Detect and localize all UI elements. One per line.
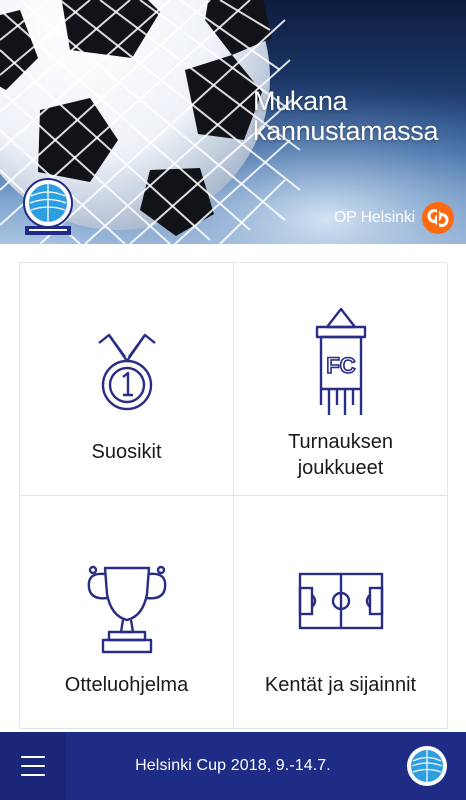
tile-match-schedule-label: Otteluohjelma [64,674,189,696]
sponsor[interactable]: OP Helsinki [334,202,454,234]
tile-fields-locations[interactable]: Kentät ja sijainnit [234,496,448,729]
svg-text:FC: FC [326,353,355,378]
bottom-bar-title: Helsinki Cup 2018, 9.-14.7. [135,757,331,774]
hamburger-menu-icon[interactable] [0,732,66,800]
op-logo-icon [422,202,454,234]
hero-banner: Mukana kannustamassa OP Helsinki [0,0,466,244]
football-field-icon [298,572,383,630]
tile-match-schedule[interactable]: Otteluohjelma [20,496,234,729]
fc-pennant-icon: FC [315,307,366,415]
sponsor-name: OP Helsinki [333,209,415,226]
medal-icon [97,333,156,411]
tile-favorites-label: Suosikit [91,441,162,463]
helsinki-cup-logo-icon[interactable] [400,732,466,800]
tile-tournament-teams[interactable]: FC Turnauksen joukkueet [234,263,448,496]
trophy-icon [87,565,166,654]
tile-fields-locations-label: Kentät ja sijainnit [264,674,417,696]
banner-slogan: Mukana kannustamassa [253,86,439,146]
tile-favorites[interactable]: Suosikit [20,263,234,496]
helsinki-cup-logo-icon [21,176,75,238]
main-menu-grid: Suosikit FC Turnauksen joukkueet Otteluo… [19,262,448,729]
tile-tournament-teams-label: Turnauksen joukkueet [288,431,393,479]
bottom-bar: Helsinki Cup 2018, 9.-14.7. [0,732,466,800]
